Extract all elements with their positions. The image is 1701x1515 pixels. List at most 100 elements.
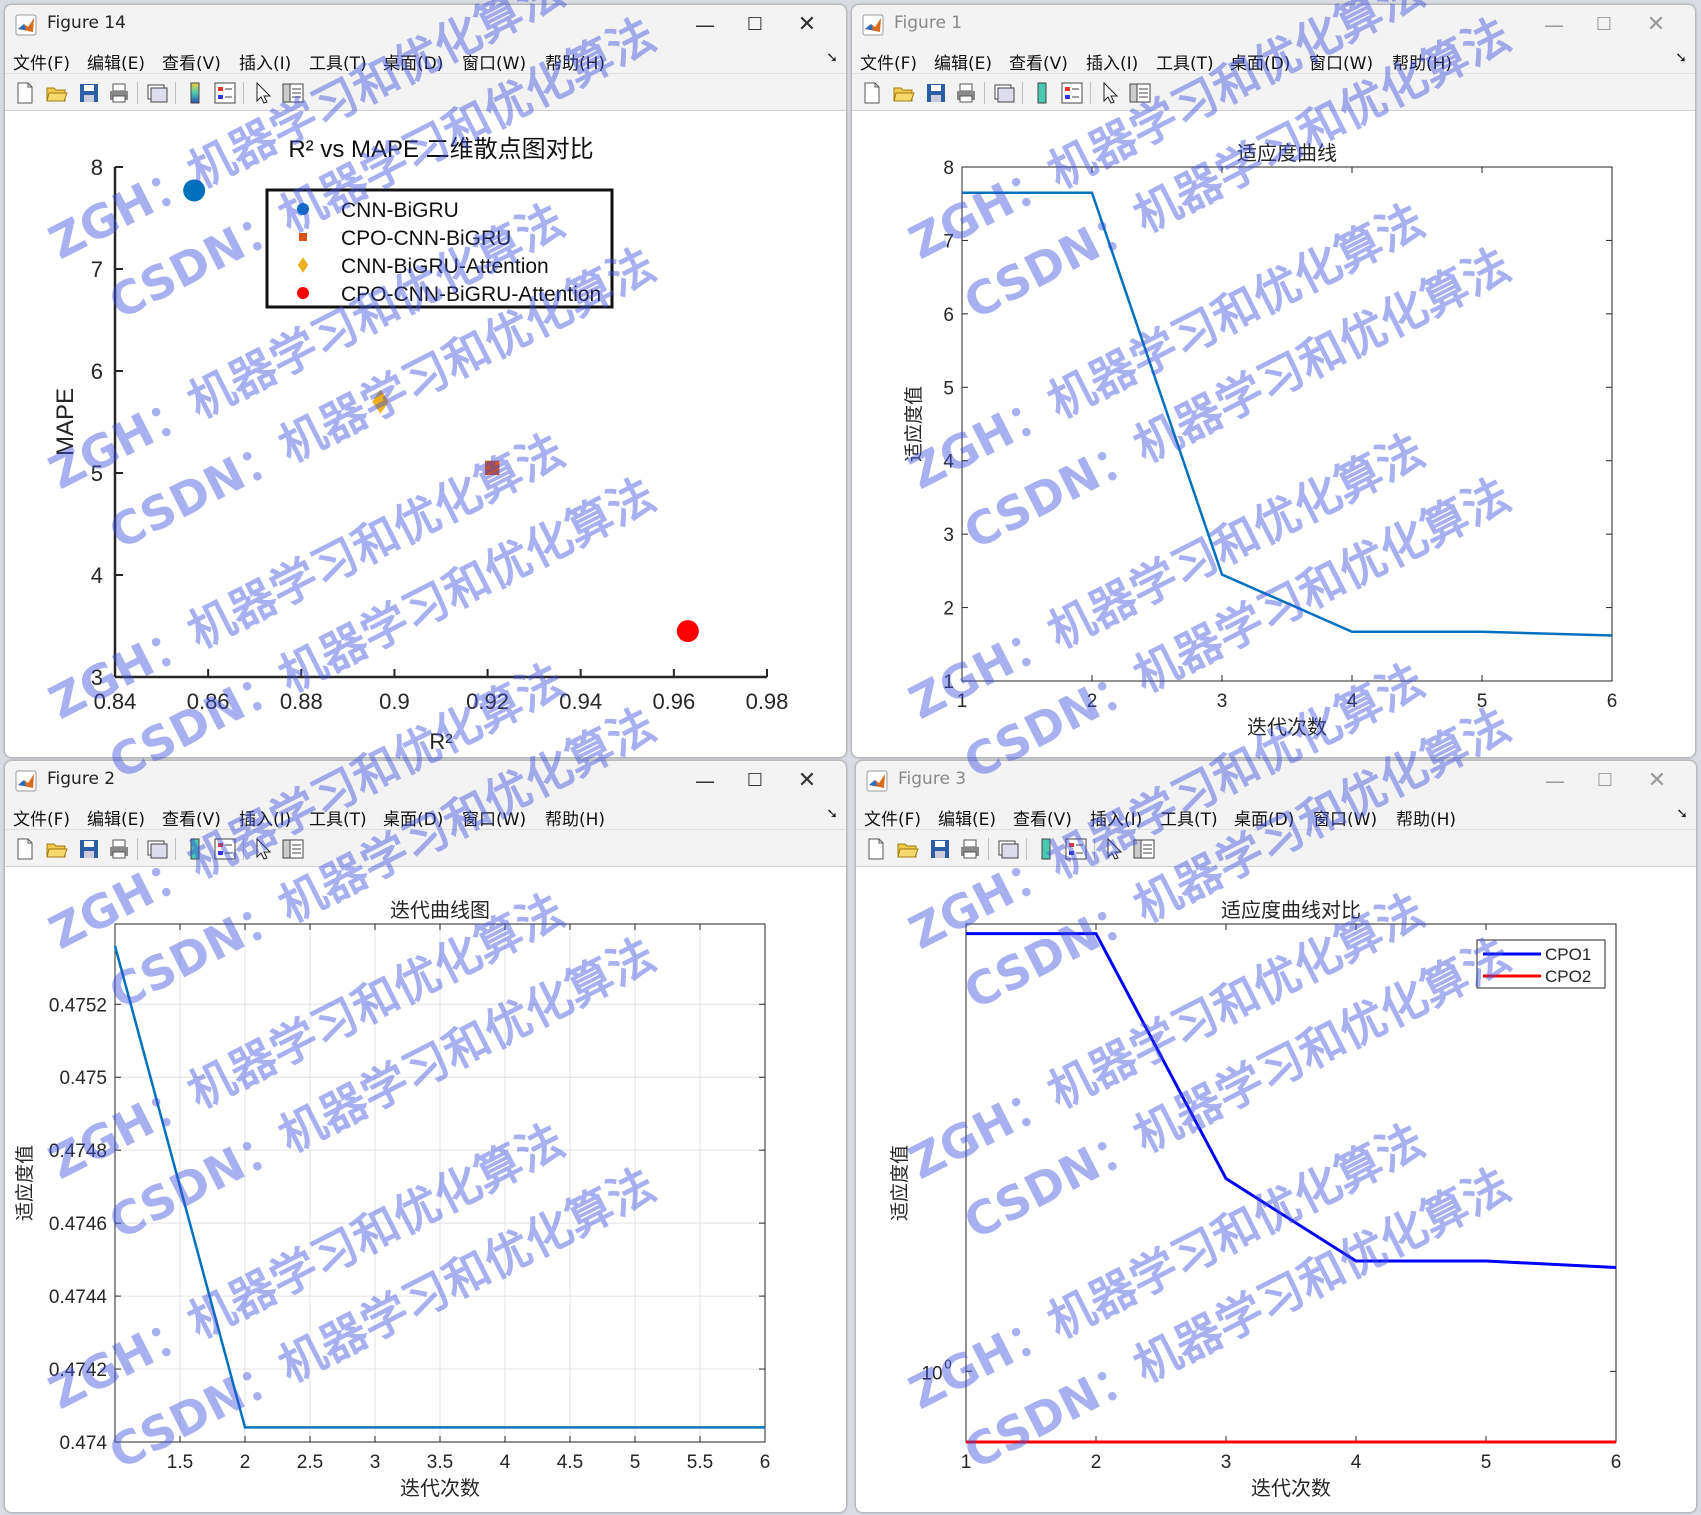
y-tick-label: 3 — [943, 525, 954, 546]
menu-file[interactable]: 文件(F) — [13, 805, 70, 830]
property-inspector-icon[interactable] — [281, 837, 305, 861]
menu-insert[interactable]: 插入(I) — [239, 805, 291, 830]
fitness-curve-chart: 1 2 3 4 5 6 1 2 3 4 5 6 7 8 适应度曲线迭代次数 适应度值 — [903, 141, 1617, 739]
expand-menu-icon[interactable]: ➘ — [1676, 806, 1688, 822]
pointer-icon[interactable] — [251, 81, 275, 105]
link-plot-icon[interactable] — [996, 837, 1020, 861]
menu-desktop[interactable]: 桌面(D) — [1230, 49, 1290, 74]
menu-desktop[interactable]: 桌面(D) — [383, 49, 443, 74]
menu-file[interactable]: 文件(F) — [864, 805, 921, 830]
toolbar — [5, 74, 846, 111]
menu-edit[interactable]: 编辑(E) — [938, 805, 996, 830]
property-inspector-icon[interactable] — [1128, 81, 1152, 105]
save-icon[interactable] — [928, 837, 952, 861]
print-icon[interactable] — [958, 837, 982, 861]
menu-insert[interactable]: 插入(I) — [1090, 805, 1142, 830]
colorbar-icon[interactable] — [1034, 837, 1058, 861]
colorbar-icon[interactable] — [183, 837, 207, 861]
menu-file[interactable]: 文件(F) — [13, 49, 70, 74]
menu-view[interactable]: 查看(V) — [1009, 49, 1068, 74]
minimize-button[interactable]: — — [1530, 761, 1580, 801]
open-file-icon[interactable] — [45, 837, 69, 861]
menu-help[interactable]: 帮助(H) — [545, 49, 605, 74]
menu-window[interactable]: 窗口(W) — [462, 805, 526, 830]
print-icon[interactable] — [107, 837, 131, 861]
new-figure-icon[interactable] — [860, 81, 884, 105]
menu-view[interactable]: 查看(V) — [1013, 805, 1072, 830]
maximize-button[interactable]: ☐ — [730, 5, 780, 45]
maximize-button[interactable]: ☐ — [1580, 761, 1630, 801]
x-axis-label: R² — [429, 729, 452, 754]
minimize-button[interactable]: — — [680, 5, 730, 45]
new-figure-icon[interactable] — [13, 81, 37, 105]
menu-view[interactable]: 查看(V) — [162, 49, 221, 74]
open-file-icon[interactable] — [892, 81, 916, 105]
menu-tools[interactable]: 工具(T) — [309, 805, 367, 830]
print-icon[interactable] — [107, 81, 131, 105]
close-button[interactable]: ✕ — [1631, 5, 1681, 45]
minimize-button[interactable]: — — [1529, 5, 1579, 45]
expand-menu-icon[interactable]: ➘ — [826, 50, 838, 66]
menu-window[interactable]: 窗口(W) — [1309, 49, 1373, 74]
menu-help[interactable]: 帮助(H) — [1396, 805, 1456, 830]
menu-tools[interactable]: 工具(T) — [1160, 805, 1218, 830]
save-icon[interactable] — [924, 81, 948, 105]
save-icon[interactable] — [77, 81, 101, 105]
new-figure-icon[interactable] — [13, 837, 37, 861]
menu-insert[interactable]: 插入(I) — [1086, 49, 1138, 74]
x-tick-label: 1 — [957, 691, 968, 712]
minimize-button[interactable]: — — [680, 761, 730, 801]
menu-window[interactable]: 窗口(W) — [462, 49, 526, 74]
property-inspector-icon[interactable] — [1132, 837, 1156, 861]
menu-help[interactable]: 帮助(H) — [1392, 49, 1452, 74]
link-plot-icon[interactable] — [145, 81, 169, 105]
menu-tools[interactable]: 工具(T) — [1156, 49, 1214, 74]
pointer-icon[interactable] — [251, 837, 275, 861]
legend-icon[interactable] — [213, 81, 237, 105]
menu-file[interactable]: 文件(F) — [860, 49, 917, 74]
menu-view[interactable]: 查看(V) — [162, 805, 221, 830]
link-plot-icon[interactable] — [145, 837, 169, 861]
chart-title: R² vs MAPE 二维散点图对比 — [288, 136, 593, 163]
menu-help[interactable]: 帮助(H) — [545, 805, 605, 830]
menu-desktop[interactable]: 桌面(D) — [1234, 805, 1294, 830]
legend-icon[interactable] — [1064, 837, 1088, 861]
close-button[interactable]: ✕ — [1632, 761, 1682, 801]
save-icon[interactable] — [77, 837, 101, 861]
menu-bar: 文件(F) 编辑(E) 查看(V) 插入(I) 工具(T) 桌面(D) 窗口(W… — [5, 801, 846, 830]
link-plot-icon[interactable] — [992, 81, 1016, 105]
menu-edit[interactable]: 编辑(E) — [87, 805, 145, 830]
x-tick-label: 0.92 — [466, 689, 509, 714]
colorbar-icon[interactable] — [1030, 81, 1054, 105]
menu-edit[interactable]: 编辑(E) — [934, 49, 992, 74]
open-file-icon[interactable] — [896, 837, 920, 861]
new-figure-icon[interactable] — [864, 837, 888, 861]
close-button[interactable]: ✕ — [782, 761, 832, 801]
x-axis-label: 迭代次数 — [1251, 1476, 1331, 1500]
legend-entry-4: CPO-CNN-BiGRU-Attention — [341, 283, 601, 306]
close-button[interactable]: ✕ — [782, 5, 832, 45]
open-file-icon[interactable] — [45, 81, 69, 105]
pointer-icon[interactable] — [1098, 81, 1122, 105]
x-tick-label: 5 — [1477, 691, 1488, 712]
maximize-button[interactable]: ☐ — [1579, 5, 1629, 45]
print-icon[interactable] — [954, 81, 978, 105]
menu-insert[interactable]: 插入(I) — [239, 49, 291, 74]
y-tick-label: 3 — [91, 665, 103, 690]
colorbar-icon[interactable] — [183, 81, 207, 105]
legend-icon[interactable] — [213, 837, 237, 861]
menu-window[interactable]: 窗口(W) — [1313, 805, 1377, 830]
expand-menu-icon[interactable]: ➘ — [826, 806, 838, 822]
legend-icon[interactable] — [1060, 81, 1084, 105]
menu-tools[interactable]: 工具(T) — [309, 49, 367, 74]
window-title: Figure 3 — [898, 769, 967, 789]
maximize-button[interactable]: ☐ — [730, 761, 780, 801]
x-tick-label: 0.88 — [280, 689, 323, 714]
x-tick-label: 2 — [1087, 691, 1098, 712]
expand-menu-icon[interactable]: ➘ — [1675, 50, 1687, 66]
y-tick-label: 1 — [943, 672, 954, 693]
menu-edit[interactable]: 编辑(E) — [87, 49, 145, 74]
property-inspector-icon[interactable] — [281, 81, 305, 105]
menu-desktop[interactable]: 桌面(D) — [383, 805, 443, 830]
pointer-icon[interactable] — [1102, 837, 1126, 861]
